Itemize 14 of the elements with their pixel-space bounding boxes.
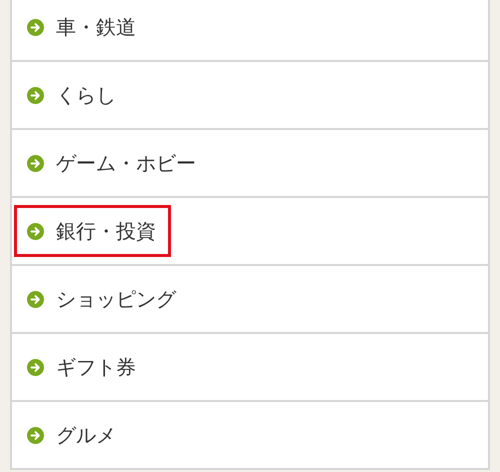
category-link[interactable]: 車・鉄道 (56, 14, 136, 40)
category-link[interactable]: ショッピング (56, 286, 176, 312)
category-link[interactable]: くらし (56, 82, 116, 108)
arrow-circle-icon (27, 154, 44, 172)
arrow-circle-icon (27, 290, 44, 308)
arrow-circle-icon (27, 222, 44, 240)
arrow-circle-icon (27, 86, 44, 104)
category-link[interactable]: ゲーム・ホビー (56, 150, 196, 176)
arrow-circle-icon (27, 18, 44, 36)
category-link[interactable]: 銀行・投資 (56, 218, 156, 244)
category-link[interactable]: ギフト券 (56, 354, 136, 380)
category-link[interactable]: グルメ (56, 422, 116, 448)
arrow-circle-icon (27, 358, 44, 376)
arrow-circle-icon (27, 426, 44, 444)
